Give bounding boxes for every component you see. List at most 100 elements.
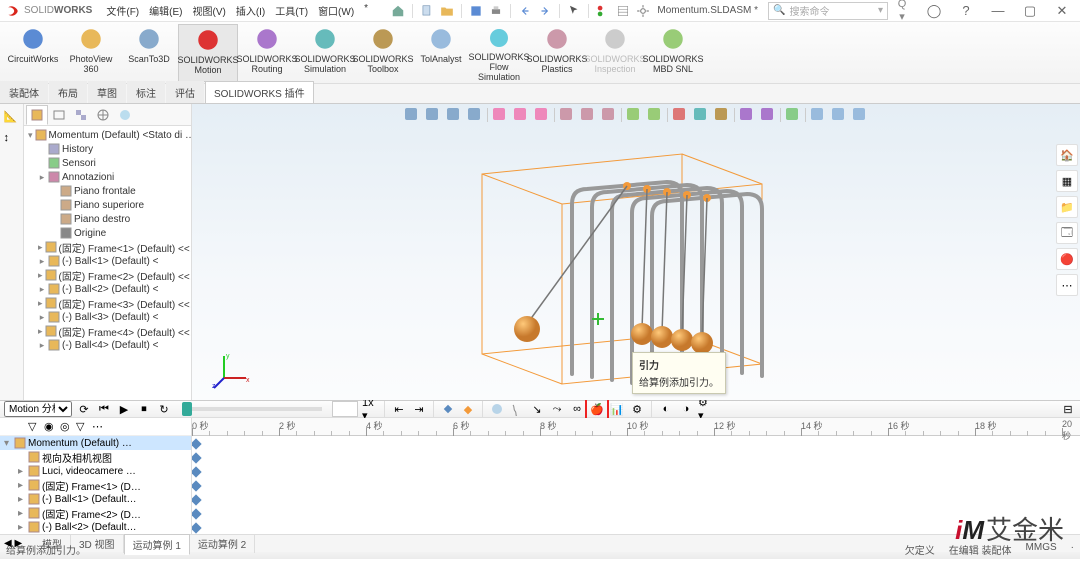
menu-item[interactable]: 编辑(E) (145, 1, 186, 20)
appearances-tab-icon[interactable]: 🔴 (1056, 248, 1078, 270)
command-tab[interactable]: 装配体 (0, 81, 48, 103)
view-tool-icon[interactable] (625, 106, 643, 124)
left-task-strip[interactable]: 📐↕ (0, 104, 24, 400)
open-icon[interactable] (439, 3, 455, 19)
ribbon-button[interactable]: ScanTo3D (120, 24, 178, 82)
menu-item[interactable]: 文件(F) (102, 1, 143, 20)
search-input[interactable]: 🔍搜索命令 ▾ (768, 2, 888, 20)
task-pane-strip[interactable]: 🏠 ▦ 📁 🗔 🔴 ⋯ (1056, 144, 1078, 296)
motion-tree[interactable]: ▽ ◉◎▽⋯ ▾Momentum (Default) …视向及相机视图▸Luci… (0, 418, 192, 534)
save-icon[interactable] (468, 3, 484, 19)
view-tool-icon[interactable] (466, 106, 484, 124)
tree-row[interactable]: ▸(固定) Frame<3> (Default) <<… (24, 296, 191, 310)
spring-icon[interactable] (509, 401, 525, 417)
ribbon-button[interactable]: PhotoView360 (62, 24, 120, 82)
new-icon[interactable] (419, 3, 435, 19)
custom-tab-icon[interactable]: ⋯ (1056, 274, 1078, 296)
view-tool-icon[interactable] (403, 106, 421, 124)
options-icon[interactable]: ⚙ ▾ (698, 401, 714, 417)
maximize-icon[interactable]: ▢ (1018, 2, 1042, 20)
ribbon-button[interactable]: SOLIDWORKSPlastics (528, 24, 586, 82)
damper-icon[interactable]: ↘ (529, 401, 545, 417)
motion-tab[interactable]: 运动算例 1 (124, 534, 190, 555)
menu-item[interactable]: 视图(V) (188, 1, 229, 20)
tree-row[interactable]: Piano destro (24, 212, 191, 226)
motion-tree-toolbar[interactable]: ▽ ◉◎▽⋯ (0, 418, 191, 436)
command-tab[interactable]: SOLIDWORKS 插件 (205, 81, 314, 103)
view-tool-icon[interactable] (738, 106, 756, 124)
quick-access-toolbar[interactable] (390, 3, 651, 19)
prev-key-icon[interactable]: ⇤ (391, 401, 407, 417)
tree-row[interactable]: ▸(-) Ball<1> (Default) < (24, 254, 191, 268)
tree-row[interactable]: ▸(固定) Frame<2> (Default) <<… (24, 268, 191, 282)
motion-tree-row[interactable]: ▸(-) Ball<2> (Default… (0, 520, 191, 534)
command-tab-bar[interactable]: 装配体布局草图标注评估SOLIDWORKS 插件 (0, 84, 1080, 104)
view-tool-icon[interactable] (533, 106, 551, 124)
tree-row[interactable]: ▸(固定) Frame<1> (Default) <<… (24, 240, 191, 254)
view-tool-icon[interactable] (491, 106, 509, 124)
view-tool-icon[interactable] (851, 106, 869, 124)
contact-icon[interactable]: ∞ (569, 401, 585, 417)
command-tab[interactable]: 草图 (88, 81, 126, 103)
ribbon-button[interactable]: SOLIDWORKSToolbox (354, 24, 412, 82)
view-tool-icon[interactable] (600, 106, 618, 124)
property-tab-icon[interactable] (48, 105, 70, 125)
display-tab-icon[interactable] (92, 105, 114, 125)
view-tool-icon[interactable] (512, 106, 530, 124)
ribbon-button[interactable]: SOLIDWORKSMotion (178, 24, 238, 82)
tree-row[interactable]: ▸(固定) Frame<4> (Default) <<… (24, 324, 191, 338)
motion-toolbar[interactable]: Motion 分析 ⟳ ⏮ ▶ ⏹ ↻ 1x ▾ ⇤ ⇥ ◆ ↘ ⤳ ∞ 🍎 📊… (0, 401, 1080, 418)
ribbon-button[interactable]: SOLIDWORKSSimulation (296, 24, 354, 82)
settings-icon[interactable] (635, 3, 651, 19)
resources-tab-icon[interactable]: ▦ (1056, 170, 1078, 192)
ribbon-button[interactable]: SOLIDWORKSMBD SNL (644, 24, 702, 82)
menu-item[interactable]: 工具(T) (271, 1, 312, 20)
view-tool-icon[interactable] (692, 106, 710, 124)
ribbon-button[interactable]: CircuitWorks (4, 24, 62, 82)
view-tab-icon[interactable]: 🗔 (1056, 222, 1078, 244)
heads-up-view-toolbar[interactable] (403, 106, 869, 124)
library-tab-icon[interactable]: 📁 (1056, 196, 1078, 218)
undo-icon[interactable] (517, 3, 533, 19)
options-icon[interactable] (615, 3, 631, 19)
tree-row[interactable]: ▸(-) Ball<2> (Default) < (24, 282, 191, 296)
motion-tab[interactable]: 运动算例 2 (190, 534, 255, 553)
tree-row[interactable]: ▸(-) Ball<3> (Default) < (24, 310, 191, 324)
appearance-tab-icon[interactable] (114, 105, 136, 125)
motion-tree-row[interactable]: ▾Momentum (Default) … (0, 436, 191, 450)
collapse-icon[interactable]: ⊟ (1060, 401, 1076, 417)
force-icon[interactable]: ⤳ (549, 401, 565, 417)
user-icon[interactable]: ◯ (922, 2, 946, 20)
view-tool-icon[interactable] (713, 106, 731, 124)
graphics-viewport[interactable]: y x z 引力 给算例添加引力。 🏠 ▦ 📁 🗔 🔴 ⋯ (192, 104, 1080, 400)
filter-icon[interactable]: ▽ (28, 420, 42, 434)
motion-tree-row[interactable]: ▸(-) Ball<1> (Default… (0, 492, 191, 506)
ribbon-button[interactable]: SOLIDWORKSInspection (586, 24, 644, 82)
calculate-icon[interactable]: ⟳ (76, 401, 92, 417)
feature-tree-tab-icon[interactable] (26, 105, 48, 125)
close-icon[interactable]: ✕ (1050, 2, 1074, 20)
command-tab[interactable]: 评估 (166, 81, 204, 103)
tree-row[interactable]: ▸Annotazioni (24, 170, 191, 184)
home-icon[interactable] (390, 3, 406, 19)
tree-tab-bar[interactable] (24, 104, 191, 126)
view-tool-icon[interactable] (809, 106, 827, 124)
play-start-icon[interactable]: ⏮ (96, 401, 112, 417)
play-icon[interactable]: ▶ (116, 401, 132, 417)
view-tool-icon[interactable] (558, 106, 576, 124)
menu-item[interactable]: * (360, 1, 372, 20)
timeline-slider[interactable] (182, 407, 322, 411)
tree-root[interactable]: ▾ Momentum (Default) <Stato di … (24, 128, 191, 142)
motion-tree-row[interactable]: 视向及相机视图 (0, 450, 191, 464)
mate-icon[interactable]: ◐ (658, 401, 674, 417)
results-icon[interactable]: 📊 (609, 401, 625, 417)
view-tool-icon[interactable] (671, 106, 689, 124)
tree-row[interactable]: Piano frontale (24, 184, 191, 198)
ribbon-button[interactable]: SOLIDWORKSFlow Simulation (470, 24, 528, 82)
motion-tree-row[interactable]: ▸(固定) Frame<2> (D… (0, 506, 191, 520)
view-tool-icon[interactable] (445, 106, 463, 124)
minimize-icon[interactable]: — (986, 2, 1010, 20)
print-icon[interactable] (488, 3, 504, 19)
gravity-button[interactable]: 🍎 (589, 401, 605, 417)
menu-item[interactable]: 插入(I) (232, 1, 269, 20)
